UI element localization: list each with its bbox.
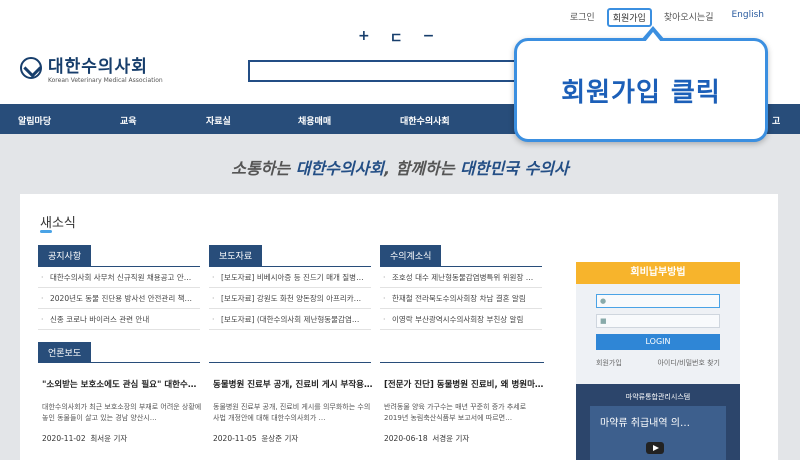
list-item[interactable]: 대한수의사회 사무처 신규직원 채용공고 안… (38, 267, 200, 288)
press-meta: 2020-11-05 윤상준 기자 (213, 434, 299, 443)
press-desc: 반려동물 양육 가구수는 매년 꾸준히 증가 추세로 2019년 농림축산식품부… (384, 403, 527, 422)
play-icon[interactable] (646, 442, 664, 454)
title-underline (40, 230, 52, 233)
join-link[interactable]: 회원가입 (606, 8, 652, 27)
logo-title: 대한수의사회 (48, 57, 148, 77)
find-account-link[interactable]: 아이디/비밀번호 찾기 (657, 358, 720, 368)
nav-item-resources[interactable]: 자료실 (206, 114, 231, 127)
list-item[interactable]: 조호성 대수 제난형동물감염병특위 위원장 … (380, 267, 542, 288)
font-decrease-button[interactable]: − (423, 28, 435, 48)
dues-payment-header[interactable]: 회비납부방법 (576, 262, 740, 284)
press-title: 동물병원 진료부 공개, 진료비 게시 부작용… (213, 380, 373, 390)
drug-panel-title: 마약류통합관리시스템 (625, 393, 691, 401)
list-item[interactable]: [보도자료] 강원도 화천 양돈장의 아프리카… (209, 288, 371, 309)
nav-item-association[interactable]: 대한수의사회 (400, 114, 450, 127)
utility-nav: 로그인 회원가입 찾아오시는길 English (558, 8, 770, 27)
site-logo[interactable]: 대한수의사회 Korean Veterinary Medical Associa… (20, 52, 163, 84)
press-title: [전문가 진단] 동물병원 진료비, 왜 병원마… (384, 380, 544, 390)
font-increase-button[interactable]: + (358, 28, 370, 48)
tab-notice[interactable]: 공지사항 (38, 245, 92, 266)
press-release-section: 보도자료 [보도자료] 비베시아증 등 진드기 매개 질병… [보도자료] 강원… (209, 245, 371, 330)
press-desc: 동물병원 진료부 공개, 진료비 게시를 의무화하는 수의사법 개정안에 대해 … (213, 403, 371, 422)
list-item[interactable]: 한재철 전라북도수의사회장 차남 결혼 알림 (380, 288, 542, 309)
notice-section: 공지사항 대한수의사회 사무처 신규직원 채용공고 안… 2020년도 동물 진… (38, 245, 200, 330)
press-meta: 2020-11-02 최서윤 기자 (42, 434, 128, 443)
tab-press-release[interactable]: 보도자료 (209, 245, 263, 266)
news-title: 새소식 (40, 216, 76, 231)
media-section: 언론보도 (38, 342, 544, 363)
nav-item-more[interactable]: 고 (772, 114, 780, 127)
vet-news-section: 수의계소식 조호성 대수 제난형동물감염병특위 위원장 … 한재철 전라북도수의… (380, 245, 542, 330)
annotation-callout: 회원가입 클릭 (514, 26, 768, 142)
tab-vet-news[interactable]: 수의계소식 (380, 245, 442, 266)
tab-media[interactable]: 언론보도 (38, 342, 92, 363)
nav-item-notice[interactable]: 알림마당 (18, 114, 51, 127)
user-icon: ● (600, 297, 607, 305)
press-article[interactable]: [전문가 진단] 동물병원 진료비, 왜 병원마… 반려동물 양육 가구수는 매… (384, 368, 546, 444)
video-thumbnail[interactable]: 마약류 취급내역 의… (590, 406, 726, 460)
press-article[interactable]: "소외받는 보호소에도 관심 필요" 대한수… 대한수의사회가 최근 보호소장의… (42, 368, 204, 444)
login-link[interactable]: 로그인 (564, 8, 601, 27)
list-item[interactable]: 이영락 부산광역시수의사회장 부친상 알림 (380, 309, 542, 330)
join-link-panel[interactable]: 회원가입 (596, 358, 622, 368)
nav-item-jobs[interactable]: 채용매매 (298, 114, 331, 127)
nav-item-education[interactable]: 교육 (120, 114, 137, 127)
login-button[interactable]: LOGIN (596, 334, 720, 350)
press-meta: 2020-06-18 서경윤 기자 (384, 434, 470, 443)
video-caption: 마약류 취급내역 의… (600, 418, 690, 429)
press-desc: 대한수의사회가 최근 보호소장의 부재로 어려운 상황에 놓인 동물들이 살고 … (42, 403, 202, 422)
password-field[interactable]: ■ (596, 314, 720, 328)
search-input[interactable] (248, 60, 518, 82)
id-field[interactable]: ● (596, 294, 720, 308)
press-title: "소외받는 보호소에도 관심 필요" 대한수… (42, 380, 197, 390)
font-reset-button[interactable]: ㄷ (390, 28, 403, 48)
list-item[interactable]: [보도자료] 비베시아증 등 진드기 매개 질병… (209, 267, 371, 288)
list-item[interactable]: [보도자료] (대한수의사회 제난형동물감염… (209, 309, 371, 330)
font-size-controls: + ㄷ − (358, 28, 434, 48)
logo-emblem-icon (20, 57, 42, 79)
list-item[interactable]: 신종 코로나 바이러스 관련 안내 (38, 309, 200, 330)
slogan-banner: 소통하는 대한수의사회, 함께하는 대한민국 수의사 (231, 159, 569, 178)
lock-icon: ■ (600, 317, 607, 325)
callout-text: 회원가입 클릭 (561, 77, 721, 108)
english-link[interactable]: English (726, 8, 771, 27)
login-panel: 회비납부방법 ● ■ LOGIN 회원가입 아이디/비밀번호 찾기 (576, 262, 740, 394)
press-article[interactable]: 동물병원 진료부 공개, 진료비 게시 부작용… 동물병원 진료부 공개, 진료… (213, 368, 375, 444)
list-item[interactable]: 2020년도 동물 진단용 방사선 안전관리 책… (38, 288, 200, 309)
drug-management-panel: 마약류통합관리시스템 마약류 취급내역 의… (576, 384, 740, 460)
directions-link[interactable]: 찾아오시는길 (658, 8, 720, 27)
logo-subtitle: Korean Veterinary Medical Association (48, 77, 163, 84)
